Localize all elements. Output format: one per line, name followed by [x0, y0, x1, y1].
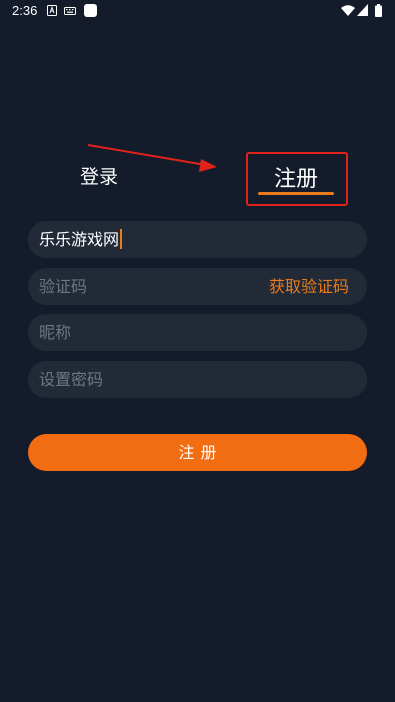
annotation-highlight-box [246, 152, 348, 206]
text-cursor [120, 228, 123, 249]
get-code-button[interactable]: 获取验证码 [269, 268, 349, 305]
tab-login[interactable]: 登录 [80, 162, 118, 189]
verification-code-field[interactable]: 验证码 获取验证码 [28, 268, 367, 305]
register-button[interactable]: 注册 [28, 434, 367, 471]
username-field[interactable]: 乐乐游戏网 [28, 221, 367, 258]
verification-code-placeholder: 验证码 [39, 277, 88, 296]
nickname-placeholder: 昵称 [39, 323, 72, 342]
password-field[interactable]: 设置密码 [28, 361, 367, 398]
username-value: 乐乐游戏网 [39, 230, 120, 249]
nickname-field[interactable]: 昵称 [28, 314, 367, 351]
annotation-arrow [87, 144, 217, 172]
password-placeholder: 设置密码 [39, 370, 104, 389]
